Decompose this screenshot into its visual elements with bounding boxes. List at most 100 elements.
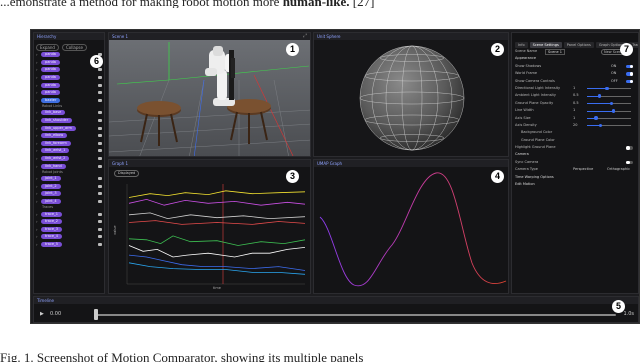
- tree-item[interactable]: › link_upper_arm: [36, 124, 102, 132]
- tree-item[interactable]: › panda: [36, 66, 102, 74]
- tree-item[interactable]: › link_base: [36, 109, 102, 117]
- tree-item[interactable]: › panda: [36, 81, 102, 89]
- hierarchy-controls: Expand Collapse: [36, 43, 102, 51]
- scene-viewport[interactable]: [109, 40, 311, 157]
- tree-item[interactable]: › trace_5: [36, 241, 102, 249]
- setting-label: Highlight Ground Plane: [515, 145, 556, 150]
- visibility-icon[interactable]: [98, 126, 102, 130]
- setting-label[interactable]: Time Warping Options: [515, 174, 554, 181]
- setting-label[interactable]: Ground Plane Color: [521, 137, 555, 144]
- setting-slider[interactable]: [587, 94, 631, 98]
- setting-value: Perspective: [573, 167, 594, 172]
- collapse-button[interactable]: Collapse: [61, 43, 87, 51]
- tree-item[interactable]: › joint_2: [36, 183, 102, 191]
- tree-item[interactable]: › trace_2: [36, 218, 102, 226]
- tree-item[interactable]: › link_elbow: [36, 132, 102, 140]
- tree-item-label: panda: [41, 67, 60, 73]
- visibility-icon[interactable]: [98, 141, 102, 145]
- tree-item-label: panda: [41, 82, 60, 88]
- setting-label: Axis Density: [515, 122, 537, 127]
- play-button[interactable]: ▶: [40, 311, 44, 317]
- visibility-icon[interactable]: [98, 111, 102, 115]
- timeline-time: 0.00: [50, 311, 62, 317]
- tree-item[interactable]: › trace_1: [36, 210, 102, 218]
- setting-row: Background Color: [515, 129, 635, 136]
- visibility-icon[interactable]: [98, 192, 102, 196]
- visibility-icon[interactable]: [98, 177, 102, 181]
- setting-value: 1: [573, 108, 576, 113]
- visibility-icon[interactable]: [98, 227, 102, 231]
- unit-sphere-view[interactable]: [314, 40, 509, 157]
- toggle-switch[interactable]: [626, 79, 633, 84]
- timeline-track[interactable]: [94, 314, 616, 316]
- settings-panel: Info Scene Settings Panel Options Graph Opt…: [511, 32, 639, 294]
- tree-item-label: panda: [41, 75, 60, 81]
- visibility-icon[interactable]: [98, 91, 102, 95]
- setting-row: Directional Light Intensity 1: [515, 85, 635, 92]
- tree-item[interactable]: › link_shoulder: [36, 117, 102, 125]
- setting-label[interactable]: Background Color: [521, 129, 552, 136]
- visibility-icon[interactable]: [98, 212, 102, 216]
- tree-item[interactable]: › trace_4: [36, 233, 102, 241]
- visibility-icon[interactable]: [98, 242, 102, 246]
- visibility-icon[interactable]: [98, 149, 102, 153]
- timeline-panel: Timeline ▶ 0.00 1.0s 5: [33, 296, 639, 323]
- graph-toolbar[interactable]: Displayed: [114, 170, 140, 177]
- scene-name-input[interactable]: Scene 1: [545, 49, 566, 55]
- expand-icon[interactable]: ⤢: [303, 33, 307, 40]
- visibility-icon[interactable]: [98, 98, 102, 102]
- toggle-switch[interactable]: [626, 160, 633, 165]
- setting-value-alt[interactable]: Orthographic: [607, 166, 630, 173]
- tree-item[interactable]: › trace_3: [36, 225, 102, 233]
- visibility-icon[interactable]: [98, 199, 102, 203]
- marker-7: 7: [620, 43, 633, 56]
- setting-row: Show Shadows ON: [515, 63, 635, 70]
- tree-item[interactable]: › link_wrist_2: [36, 155, 102, 163]
- tree-item-label: joint_2: [41, 183, 61, 189]
- setting-label: Show Camera Controls: [515, 78, 555, 83]
- graph-plot[interactable]: value time: [113, 180, 308, 290]
- setting-slider[interactable]: [587, 101, 631, 106]
- visibility-icon[interactable]: [98, 184, 102, 188]
- setting-label: Axis Size: [515, 115, 531, 120]
- tree-item[interactable]: › link_wrist_1: [36, 147, 102, 155]
- timeline-header: Timeline: [34, 297, 638, 304]
- setting-row: Edit Motion: [515, 181, 635, 188]
- visibility-icon[interactable]: [98, 134, 102, 138]
- setting-label[interactable]: Appearance: [515, 55, 536, 62]
- setting-label[interactable]: Edit Motion: [515, 181, 535, 188]
- visibility-icon[interactable]: [98, 83, 102, 87]
- tree-item[interactable]: › joint_4: [36, 198, 102, 206]
- tree-item-label: panda: [41, 90, 60, 96]
- visibility-icon[interactable]: [98, 76, 102, 80]
- expand-button[interactable]: Expand: [36, 43, 59, 51]
- visibility-icon[interactable]: [98, 68, 102, 72]
- toggle-switch[interactable]: [626, 72, 633, 76]
- tree-item[interactable]: › joint_3: [36, 190, 102, 198]
- visibility-icon[interactable]: [98, 220, 102, 224]
- timeline-handle[interactable]: [94, 309, 98, 320]
- tree-item[interactable]: › baxter: [36, 97, 102, 105]
- visibility-icon[interactable]: [98, 119, 102, 123]
- toggle-switch[interactable]: [626, 146, 633, 150]
- toggle-switch[interactable]: [626, 64, 633, 69]
- tree-item[interactable]: › link_forearm: [36, 140, 102, 148]
- setting-slider[interactable]: [587, 123, 631, 128]
- tree-item[interactable]: › panda: [36, 74, 102, 82]
- visibility-icon[interactable]: [98, 157, 102, 161]
- umap-plot[interactable]: [314, 167, 509, 293]
- setting-slider[interactable]: [587, 116, 631, 120]
- tree-item[interactable]: › panda: [36, 89, 102, 97]
- setting-slider[interactable]: [587, 109, 631, 113]
- visibility-icon[interactable]: [98, 164, 102, 168]
- setting-label[interactable]: Camera: [515, 151, 529, 158]
- setting-value: 0.5: [573, 100, 579, 105]
- tree-item[interactable]: › joint_1: [36, 175, 102, 183]
- tree-item-label: joint_1: [41, 176, 61, 182]
- setting-slider[interactable]: [587, 86, 631, 91]
- umap-panel: UMAP Graph 4: [313, 159, 509, 294]
- tree-item-label: joint_3: [41, 191, 61, 197]
- graph-panel: Graph 1 Displayed value time 3: [108, 159, 311, 294]
- visibility-icon[interactable]: [98, 235, 102, 239]
- tree-item[interactable]: › link_hand: [36, 162, 102, 170]
